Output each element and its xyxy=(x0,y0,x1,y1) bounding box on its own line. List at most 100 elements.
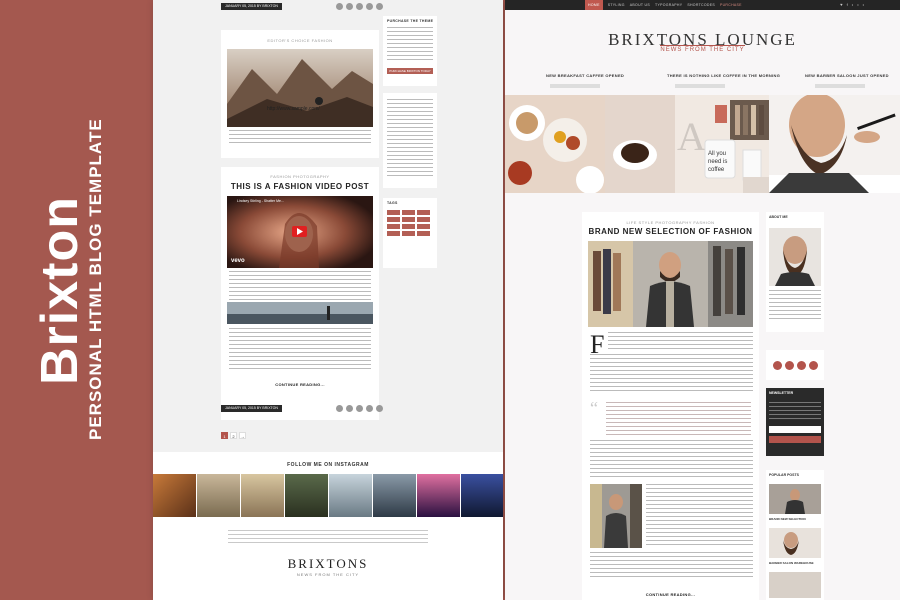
widget-title: PURCHASE THE THEME xyxy=(387,19,434,23)
tag[interactable] xyxy=(417,224,430,229)
facebook-icon[interactable] xyxy=(773,361,782,370)
mountain-photo xyxy=(227,49,373,127)
share-icon[interactable] xyxy=(366,3,373,10)
page-2[interactable]: 2 xyxy=(230,432,237,439)
slide-barber[interactable] xyxy=(769,95,900,193)
instagram-photo[interactable] xyxy=(461,474,503,517)
popular-post-thumb[interactable] xyxy=(769,528,821,558)
facebook-icon[interactable]: f xyxy=(847,2,848,7)
nav-styling[interactable]: STYLING xyxy=(608,3,625,7)
share-icon[interactable] xyxy=(336,405,343,412)
nav-typography[interactable]: TYPOGRAPHY xyxy=(655,3,682,7)
purchase-widget: PURCHASE THE THEME PURCHASE BRIXTON TODA… xyxy=(383,16,437,86)
continue-reading-link[interactable]: CONTINUE READING... xyxy=(582,592,759,597)
share-icon[interactable] xyxy=(336,3,343,10)
tag[interactable] xyxy=(417,217,430,222)
svg-text:All you: All you xyxy=(708,151,726,157)
newsletter-subscribe-button[interactable] xyxy=(769,436,821,443)
tag[interactable] xyxy=(402,210,415,215)
share-icon[interactable] xyxy=(346,405,353,412)
inline-image[interactable] xyxy=(590,484,642,548)
popular-post-title[interactable]: BARBER SALON WAREHOUSE xyxy=(769,561,814,565)
continue-reading-link[interactable]: CONTINUE READING... xyxy=(221,382,379,387)
post-image[interactable] xyxy=(588,241,753,327)
breakfast-photo xyxy=(505,95,605,193)
blog-home-preview: HOME STYLING ABOUT US TYPOGRAPHY SHORTCO… xyxy=(505,0,900,600)
instagram-photo[interactable] xyxy=(329,474,372,517)
nav-home[interactable]: HOME xyxy=(585,0,603,10)
tag[interactable] xyxy=(387,210,400,215)
share-icon[interactable] xyxy=(346,3,353,10)
blockquote-text xyxy=(606,402,751,436)
share-icons xyxy=(336,405,383,412)
post-excerpt xyxy=(646,484,753,548)
instagram-grid xyxy=(153,474,503,517)
site-tagline: NEWS FROM THE CITY xyxy=(660,47,745,53)
quote-mark: “ xyxy=(590,398,598,418)
nav-purchase[interactable]: PURCHASE xyxy=(720,3,742,7)
video-thumbnail xyxy=(227,196,373,268)
instagram-photo[interactable] xyxy=(197,474,240,517)
tag[interactable] xyxy=(417,210,430,215)
instagram-icon[interactable]: • xyxy=(857,2,858,7)
instagram-photo[interactable] xyxy=(417,474,460,517)
share-icon[interactable] xyxy=(376,405,383,412)
post-title[interactable]: BRAND NEW SELECTION OF FASHION xyxy=(582,227,759,236)
slide-caption[interactable]: NEW BARBER SALOON JUST OPENED xyxy=(805,73,889,78)
tag[interactable] xyxy=(402,231,415,236)
twitter-icon[interactable]: • xyxy=(852,2,853,7)
tag[interactable] xyxy=(402,224,415,229)
tag[interactable] xyxy=(387,224,400,229)
slide-coffee[interactable]: A All you need is coffee xyxy=(605,95,769,193)
footer-logo[interactable]: BRIXTONS xyxy=(153,556,503,572)
slide-caption[interactable]: NEW BREAKFAST CAFFEE OPENED xyxy=(546,73,624,78)
share-icon[interactable] xyxy=(356,3,363,10)
popular-post-thumb[interactable] xyxy=(769,484,821,514)
slide-breakfast[interactable] xyxy=(505,95,605,193)
slide-meta xyxy=(675,84,725,88)
video-player[interactable]: Lindsey Stirling - Shatter Me... vevo xyxy=(227,196,373,268)
slide-caption[interactable]: THERE IS NOTHING LIKE COFFEE IN THE MORN… xyxy=(667,73,780,78)
pinterest-icon[interactable]: • xyxy=(863,2,864,7)
share-icon[interactable] xyxy=(366,405,373,412)
social-icons xyxy=(773,361,818,370)
widget-text xyxy=(387,99,433,179)
post-title[interactable]: THIS IS A FASHION VIDEO POST xyxy=(221,182,379,191)
popular-posts-widget: POPULAR POSTS BRAND NEW SELECTION BARBER… xyxy=(766,470,824,600)
page-1[interactable]: 1 xyxy=(221,432,228,439)
instagram-icon[interactable] xyxy=(797,361,806,370)
nav-menu: HOME STYLING ABOUT US TYPOGRAPHY SHORTCO… xyxy=(585,0,742,10)
share-icon[interactable] xyxy=(356,405,363,412)
instagram-photo[interactable] xyxy=(153,474,196,517)
popular-post-thumb[interactable] xyxy=(769,572,821,598)
instagram-photo[interactable] xyxy=(373,474,416,517)
post-image[interactable] xyxy=(227,302,373,324)
post-excerpt xyxy=(590,552,753,580)
tag[interactable] xyxy=(387,231,400,236)
widget-title: POPULAR POSTS xyxy=(769,473,799,477)
popular-post-title[interactable]: BRAND NEW SELECTION xyxy=(769,517,806,521)
newsletter-email-input[interactable] xyxy=(769,426,821,433)
nav-shortcodes[interactable]: SHORTCODES xyxy=(687,3,715,7)
instagram-photo[interactable] xyxy=(285,474,328,517)
about-photo[interactable] xyxy=(769,228,821,286)
heart-icon[interactable]: ♥ xyxy=(840,2,842,7)
video-title: Lindsey Stirling - Shatter Me... xyxy=(237,199,284,203)
pagination: 1 2 → xyxy=(221,432,246,439)
social-widget xyxy=(766,350,824,380)
page-next[interactable]: → xyxy=(239,432,246,439)
purchase-button[interactable]: PURCHASE BRIXTON TODAY xyxy=(387,68,433,74)
tag[interactable] xyxy=(417,231,430,236)
instagram-photo[interactable] xyxy=(241,474,284,517)
newsletter-text xyxy=(769,402,821,420)
barber-photo xyxy=(769,95,900,193)
share-icon[interactable] xyxy=(376,3,383,10)
nav-about[interactable]: ABOUT US xyxy=(630,3,650,7)
tag[interactable] xyxy=(402,217,415,222)
featured-post-card: LIFE STYLE PHOTOGRAPHY FASHION BRAND NEW… xyxy=(582,212,759,600)
pinterest-icon[interactable] xyxy=(809,361,818,370)
post-image[interactable]: http://www.sample.com/ xyxy=(227,49,373,127)
tag[interactable] xyxy=(387,217,400,222)
twitter-icon[interactable] xyxy=(785,361,794,370)
vevo-logo: vevo xyxy=(231,258,245,264)
